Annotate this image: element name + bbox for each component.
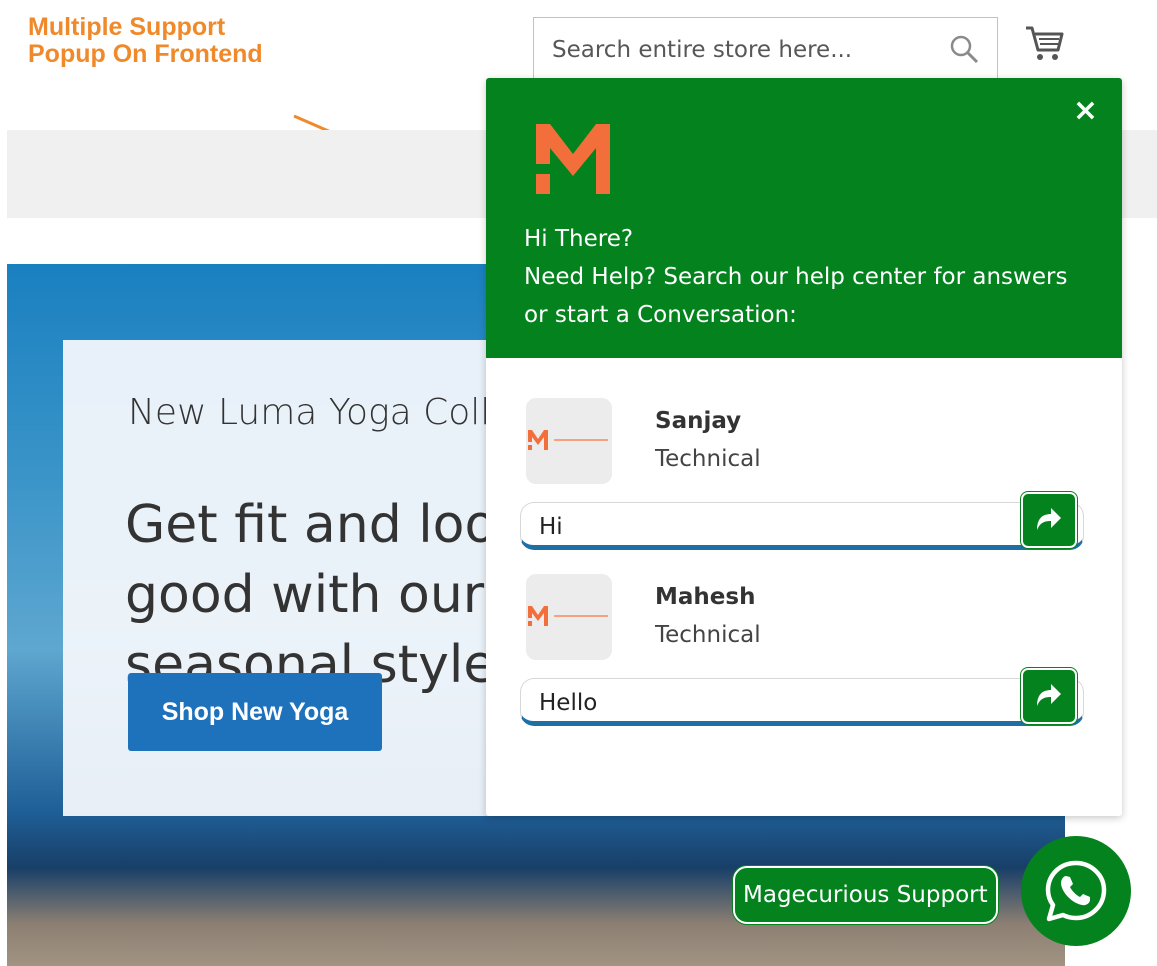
greeting-line-2: Need Help? Search our help center for an…: [524, 264, 1068, 290]
agent-name: Mahesh: [655, 584, 756, 610]
agent-logo-icon: [528, 430, 608, 450]
popup-greeting: Hi There? Need Help? Search our help cen…: [524, 220, 1104, 334]
share-arrow-icon: [1037, 508, 1061, 530]
agent-card: Mahesh Technical: [520, 574, 1088, 738]
annotation-label: Multiple Support Popup On Frontend: [28, 14, 328, 68]
whatsapp-button[interactable]: [1021, 836, 1131, 946]
shop-new-yoga-button[interactable]: Shop New Yoga: [128, 673, 382, 751]
send-button[interactable]: [1021, 668, 1077, 724]
agent-role: Technical: [655, 622, 761, 648]
annotation-line-1: Multiple Support: [28, 13, 226, 41]
greeting-line-1: Hi There?: [524, 226, 634, 252]
close-icon[interactable]: ×: [1073, 96, 1098, 126]
brand-logo-icon: [536, 124, 610, 194]
search-icon[interactable]: [949, 34, 979, 64]
magecurious-support-button[interactable]: Magecurious Support: [733, 866, 998, 924]
agent-role: Technical: [655, 446, 761, 472]
agent-card: Sanjay Technical: [520, 398, 1088, 562]
search-box[interactable]: [533, 17, 998, 82]
annotation-line-2: Popup On Frontend: [28, 40, 263, 68]
message-input[interactable]: [537, 509, 1021, 545]
cart-icon[interactable]: [1024, 24, 1064, 64]
whatsapp-icon: [1045, 860, 1107, 922]
agent-logo-icon: [528, 606, 608, 626]
popup-header: × Hi There? Need Help? Search our help c…: [486, 78, 1122, 358]
send-button[interactable]: [1021, 492, 1077, 548]
search-input[interactable]: [550, 18, 944, 82]
greeting-line-3: or start a Conversation:: [524, 302, 797, 328]
message-input[interactable]: [537, 685, 1021, 721]
agent-message-box: [520, 668, 1084, 726]
avatar: [526, 398, 612, 484]
agent-name: Sanjay: [655, 408, 742, 434]
avatar: [526, 574, 612, 660]
support-popup: × Hi There? Need Help? Search our help c…: [486, 78, 1122, 816]
share-arrow-icon: [1037, 684, 1061, 706]
agent-message-box: [520, 492, 1084, 550]
